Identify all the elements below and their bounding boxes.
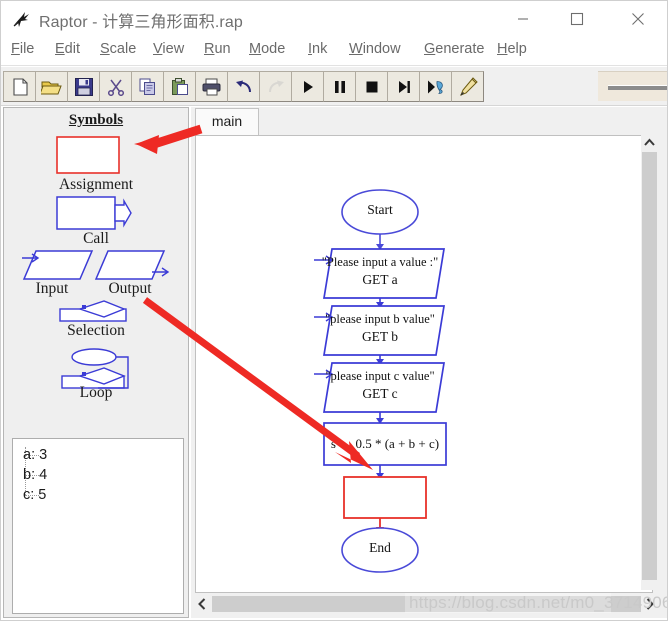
flowchart-svg [314, 189, 447, 573]
minimize-button[interactable] [500, 1, 546, 37]
raptor-application-window: Raptor - 计算三角形面积.rap File Edit Scale View Ru… [0, 0, 668, 621]
open-file-button[interactable] [35, 71, 68, 102]
node-text-start: Start [367, 202, 393, 217]
symbol-label-input: Input [35, 280, 69, 297]
tab-strip: main [191, 107, 667, 135]
save-button[interactable] [67, 71, 100, 102]
symbol-label-assignment: Assignment [58, 176, 134, 193]
symbol-label-call: Call [83, 230, 109, 247]
pause-button[interactable] [323, 71, 356, 102]
menu-item-mode[interactable]: Mode [249, 41, 285, 57]
symbol-selection-shape[interactable] [58, 298, 130, 324]
step-into-button[interactable] [419, 71, 452, 102]
maximize-button[interactable] [554, 1, 600, 37]
variable-row-b[interactable]: b: 4 [23, 467, 47, 483]
symbol-label-loop: Loop [79, 384, 113, 401]
menu-item-edit[interactable]: Edit [55, 41, 80, 57]
menu-item-ink[interactable]: Ink [308, 41, 327, 57]
canvas-horizontal-scrollbar[interactable] [193, 595, 659, 613]
close-button[interactable] [615, 1, 661, 37]
menu-item-generate[interactable]: Generate [424, 41, 484, 57]
scroll-up-button[interactable] [641, 134, 658, 151]
vertical-scroll-thumb[interactable] [642, 152, 657, 580]
variable-row-c[interactable]: c: 5 [23, 487, 46, 503]
stop-button[interactable] [355, 71, 388, 102]
horizontal-scroll-thumb[interactable] [212, 596, 656, 612]
raptor-bird-icon [13, 12, 29, 27]
menu-item-file[interactable]: File [11, 41, 34, 57]
undo-button[interactable] [227, 71, 260, 102]
scroll-right-button[interactable] [641, 595, 659, 613]
workspace-pane: main Start "Please input a value:" GET … [191, 107, 667, 618]
cut-button[interactable] [99, 71, 132, 102]
symbol-input-shape[interactable] [22, 248, 94, 282]
symbol-label-selection: Selection [67, 322, 125, 339]
node-text-input-c-get: GET c [362, 386, 398, 401]
paste-button[interactable] [163, 71, 196, 102]
redo-button [259, 71, 292, 102]
new-file-button[interactable] [3, 71, 36, 102]
symbol-output-shape[interactable] [94, 248, 170, 282]
slider-track [608, 85, 667, 90]
node-text-input-b-prompt: "please input b value" [325, 312, 435, 326]
title-bar: Raptor - 计算三角形面积.rap [1, 1, 667, 38]
canvas-vertical-scrollbar[interactable] [641, 134, 658, 590]
tab-main-label: main [211, 113, 243, 129]
node-text-assignment-s: s ← 0.5 * (a + b + c) [330, 436, 440, 451]
window-title: Raptor - 计算三角形面积.rap [39, 14, 243, 31]
node-text-end: End [369, 540, 391, 555]
menu-item-scale[interactable]: Scale [100, 41, 136, 57]
menu-item-window[interactable]: Window [349, 41, 401, 57]
print-button[interactable] [195, 71, 228, 102]
run-button[interactable] [291, 71, 324, 102]
menubar-divider [1, 65, 667, 66]
toolbar-button-strip [3, 70, 484, 103]
node-text-input-a-get: GET a [362, 272, 398, 287]
symbol-assignment-shape[interactable] [56, 136, 120, 174]
node-text-input-a-prompt: "Please input a value :" [321, 255, 439, 269]
copy-button[interactable] [131, 71, 164, 102]
toolbar-overflow-slider[interactable] [598, 71, 667, 101]
variable-row-a[interactable]: a: 3 [23, 447, 47, 463]
symbols-panel: Symbols Assignment Call Input Output Sel… [3, 107, 189, 618]
menu-item-help[interactable]: Help [497, 41, 527, 57]
toolbar [1, 67, 667, 106]
node-text-input-b-get: GET b [361, 329, 399, 344]
tab-main[interactable]: main [195, 108, 259, 135]
menu-bar: File Edit Scale View Run Mode Ink Window Generat… [1, 38, 667, 66]
menu-item-view[interactable]: View [153, 41, 184, 57]
symbol-call-shape[interactable] [56, 196, 132, 230]
symbols-panel-title: Symbols [68, 112, 124, 128]
pen-button[interactable] [451, 71, 484, 102]
toolbar-divider [1, 105, 667, 106]
symbol-label-output: Output [108, 280, 152, 297]
flowchart-node-empty-assignment[interactable] [343, 476, 427, 519]
scroll-left-button[interactable] [193, 595, 211, 613]
variables-watch-panel[interactable]: a: 3 b: 4 c: 5 [12, 438, 184, 614]
menu-item-run[interactable]: Run [204, 41, 231, 57]
node-text-input-c-prompt: "please input c value" [325, 369, 435, 383]
flowchart-canvas[interactable]: Start "Please input a value :" GET a "pl… [195, 135, 653, 593]
step-button[interactable] [387, 71, 420, 102]
